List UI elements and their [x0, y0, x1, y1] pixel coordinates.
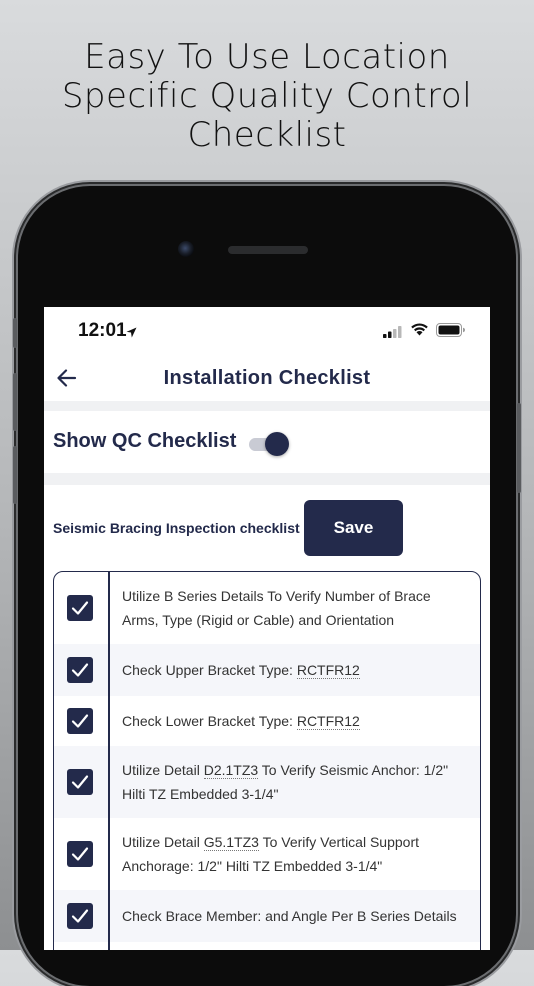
phone-side-button: [13, 318, 17, 348]
battery-icon: [436, 323, 466, 342]
checklist-table: Utilize B Series Details To Verify Numbe…: [53, 571, 481, 950]
toggle-knob: [265, 432, 289, 456]
checklist-row: Check Upper Bracket Type: RCTFR12: [54, 644, 480, 696]
detail-link[interactable]: RCTFR12: [296, 713, 360, 730]
checkbox-checked[interactable]: [67, 841, 93, 867]
inspection-checklist-label: Seismic Bracing Inspection checklist: [53, 520, 300, 536]
checklist-item-text: Utilize B Series Details To Verify Numbe…: [122, 588, 431, 628]
checklist-item-text: Check Brace Member: and Angle Per B Seri…: [122, 908, 457, 924]
page-title: Installation Checklist: [163, 367, 371, 389]
earpiece-speaker: [228, 246, 308, 254]
checklist-row: Check Lower Bracket Type: RCTFR12: [54, 696, 480, 746]
checklist-item-text: Utilize Detail D2.1TZ3 To Verify Seismic…: [122, 762, 449, 802]
headline-line-1: Easy To Use Location: [84, 37, 450, 77]
status-bar: 12:01: [44, 307, 490, 355]
qc-toggle-row: Show QC Checklist: [44, 411, 490, 473]
status-time: 12:01: [78, 320, 127, 341]
checklist-column-divider: [108, 572, 110, 950]
phone-power-button: [517, 403, 521, 493]
phone-volume-up: [13, 373, 17, 431]
qc-toggle-label: Show QC Checklist: [53, 430, 237, 452]
qc-checklist-toggle[interactable]: [249, 432, 289, 456]
checkbox-checked[interactable]: [67, 903, 93, 929]
section-divider: [44, 473, 490, 485]
wifi-icon: [410, 322, 429, 341]
checklist-item-text: Check Lower Bracket Type: RCTFR12: [122, 713, 360, 730]
detail-link[interactable]: G5.1TZ3: [203, 834, 259, 851]
detail-link[interactable]: RCTFR12: [296, 662, 360, 679]
headline: Easy To Use Location Specific Quality Co…: [0, 38, 534, 155]
checklist-item-text: Check Upper Bracket Type: RCTFR12: [122, 662, 360, 679]
navigation-bar: Installation Checklist: [44, 355, 490, 401]
headline-line-2: Specific Quality Control: [61, 76, 473, 116]
phone-volume-down: [13, 446, 17, 504]
detail-link[interactable]: D2.1TZ3: [203, 762, 259, 779]
checkbox-checked[interactable]: [67, 657, 93, 683]
location-arrow-icon: [126, 325, 137, 343]
app-screen: 12:01 Installation Checklist Show QC Che…: [44, 307, 490, 950]
checkbox-checked[interactable]: [67, 769, 93, 795]
headline-line-3: Checklist: [187, 115, 347, 155]
checklist-row: Utilize Detail D2.1TZ3 To Verify Seismic…: [54, 746, 480, 818]
section-divider: [44, 401, 490, 411]
save-button[interactable]: Save: [304, 500, 403, 556]
checkbox-checked[interactable]: [67, 708, 93, 734]
checklist-row: Check Brace Member: and Angle Per B Seri…: [54, 890, 480, 942]
front-camera: [178, 241, 194, 257]
checklist-row: Utilize Detail G5.1TZ3 To Verify Vertica…: [54, 818, 480, 890]
cellular-signal-icon: [383, 325, 403, 343]
checklist-row: Utilize B Series Details To Verify Numbe…: [54, 572, 480, 644]
checklist-item-text: Utilize Detail G5.1TZ3 To Verify Vertica…: [122, 834, 420, 874]
checkbox-checked[interactable]: [67, 595, 93, 621]
